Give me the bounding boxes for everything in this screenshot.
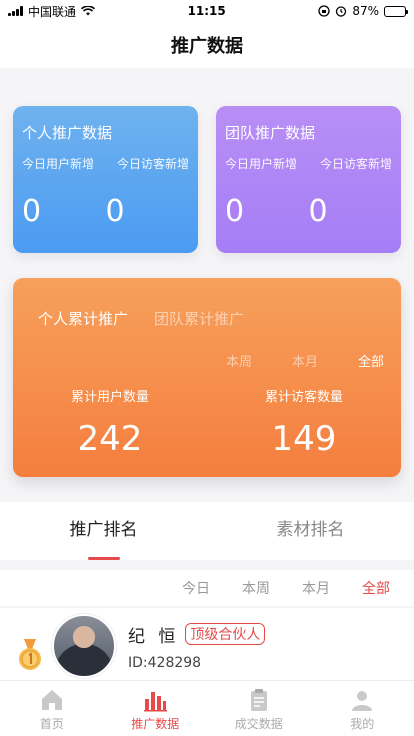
team-card-title: 团队推广数据 <box>225 124 316 142</box>
avatar[interactable] <box>52 614 116 678</box>
nav-bar: 推广数据 <box>0 22 414 68</box>
orientation-lock-icon <box>318 5 330 17</box>
team-card-labels: 今日用户新增 今日访客新增 <box>225 155 392 172</box>
home-icon <box>41 690 62 710</box>
tab-home[interactable]: 首页 <box>0 681 104 736</box>
wifi-icon <box>81 6 96 16</box>
status-left: 中国联通 <box>8 3 96 20</box>
ranking-list-item[interactable]: 纪 恒 顶级合伙人 ID:428298 <box>0 608 414 680</box>
period-month[interactable]: 本月 <box>292 351 318 370</box>
cumulative-period-filter: 本周 本月 全部 <box>13 351 401 370</box>
level-badge: 顶级合伙人 <box>185 623 266 645</box>
cumulative-tabs: 个人累计推广 团队累计推广 <box>13 308 401 329</box>
cumulative-users-value: 242 <box>77 419 143 459</box>
personal-stat-card[interactable]: 个人推广数据 今日用户新增 今日访客新增 0 0 <box>13 106 198 253</box>
user-icon <box>352 691 373 711</box>
tab-mine[interactable]: 我的 <box>311 681 414 736</box>
tab-home-label: 首页 <box>39 717 64 731</box>
page-title: 推广数据 <box>171 36 243 57</box>
filter-month[interactable]: 本月 <box>302 578 330 598</box>
team-new-users-label: 今日用户新增 <box>225 157 298 171</box>
filter-all[interactable]: 全部 <box>362 578 390 598</box>
team-card-values: 0 0 <box>225 194 392 229</box>
stat-cards: 个人推广数据 今日用户新增 今日访客新增 0 0 团队推广数据 今日用户新增 今… <box>0 106 414 253</box>
signal-icon <box>8 6 23 16</box>
tab-team-cumulative[interactable]: 团队累计推广 <box>154 308 244 329</box>
cumulative-users: 累计用户数量 242 <box>13 386 207 459</box>
carrier-name: 中国联通 <box>28 4 77 19</box>
battery-percent: 87% <box>352 4 379 18</box>
cumulative-users-label: 累计用户数量 <box>70 390 149 405</box>
ranking-user-info: 纪 恒 顶级合伙人 ID:428298 <box>128 622 266 671</box>
team-new-users-value: 0 <box>225 194 245 229</box>
content-area: 个人推广数据 今日用户新增 今日访客新增 0 0 团队推广数据 今日用户新增 今… <box>0 68 414 680</box>
user-id: ID:428298 <box>128 654 202 671</box>
tab-promotion-data-label: 推广数据 <box>131 717 180 731</box>
clipboard-icon <box>250 689 267 711</box>
status-time: 11:15 <box>187 4 226 18</box>
tab-promotion-ranking[interactable]: 推广排名 <box>0 502 207 560</box>
filter-today[interactable]: 今日 <box>182 578 210 598</box>
team-new-visitors-label: 今日访客新增 <box>319 157 392 171</box>
filter-week[interactable]: 本周 <box>242 578 270 598</box>
user-name: 纪 恒 <box>128 626 180 647</box>
tab-personal-cumulative[interactable]: 个人累计推广 <box>38 308 128 329</box>
personal-new-visitors-value: 0 <box>105 194 125 229</box>
tab-material-ranking[interactable]: 素材排名 <box>207 502 414 560</box>
personal-new-visitors-label: 今日访客新增 <box>116 157 189 171</box>
alarm-icon <box>336 6 347 17</box>
cumulative-stats: 累计用户数量 242 累计访客数量 149 <box>13 386 401 459</box>
medal-icon <box>16 639 44 673</box>
personal-card-title: 个人推广数据 <box>22 124 113 142</box>
team-new-visitors-value: 0 <box>308 194 328 229</box>
period-all[interactable]: 全部 <box>358 351 384 370</box>
bottom-tab-bar: 首页 推广数据 成交数据 我的 <box>0 680 414 736</box>
tab-mine-label: 我的 <box>350 717 375 731</box>
cumulative-visitors-label: 累计访客数量 <box>264 390 343 405</box>
personal-card-values: 0 0 <box>22 194 189 229</box>
ranking-tabs: 推广排名 素材排名 <box>0 502 414 560</box>
tab-deal-data-label: 成交数据 <box>234 717 283 731</box>
cumulative-visitors: 累计访客数量 149 <box>207 386 401 459</box>
cumulative-card: 个人累计推广 团队累计推广 本周 本月 全部 累计用户数量 242 累计访客数量… <box>13 278 401 477</box>
tab-deal-data[interactable]: 成交数据 <box>207 681 311 736</box>
cumulative-visitors-value: 149 <box>271 419 337 459</box>
battery-icon <box>383 5 408 17</box>
team-stat-card[interactable]: 团队推广数据 今日用户新增 今日访客新增 0 0 <box>216 106 401 253</box>
period-week[interactable]: 本周 <box>226 351 252 370</box>
chart-icon <box>144 692 168 712</box>
ranking-name-row: 纪 恒 顶级合伙人 <box>128 622 266 647</box>
status-bar: 中国联通 11:15 87% <box>0 0 414 22</box>
tab-promotion-data[interactable]: 推广数据 <box>104 681 208 736</box>
status-right: 87% <box>318 4 408 18</box>
personal-card-labels: 今日用户新增 今日访客新增 <box>22 155 189 172</box>
personal-new-users-value: 0 <box>22 194 42 229</box>
personal-new-users-label: 今日用户新增 <box>22 157 95 171</box>
ranking-period-filter: 今日 本周 本月 全部 <box>0 570 414 606</box>
